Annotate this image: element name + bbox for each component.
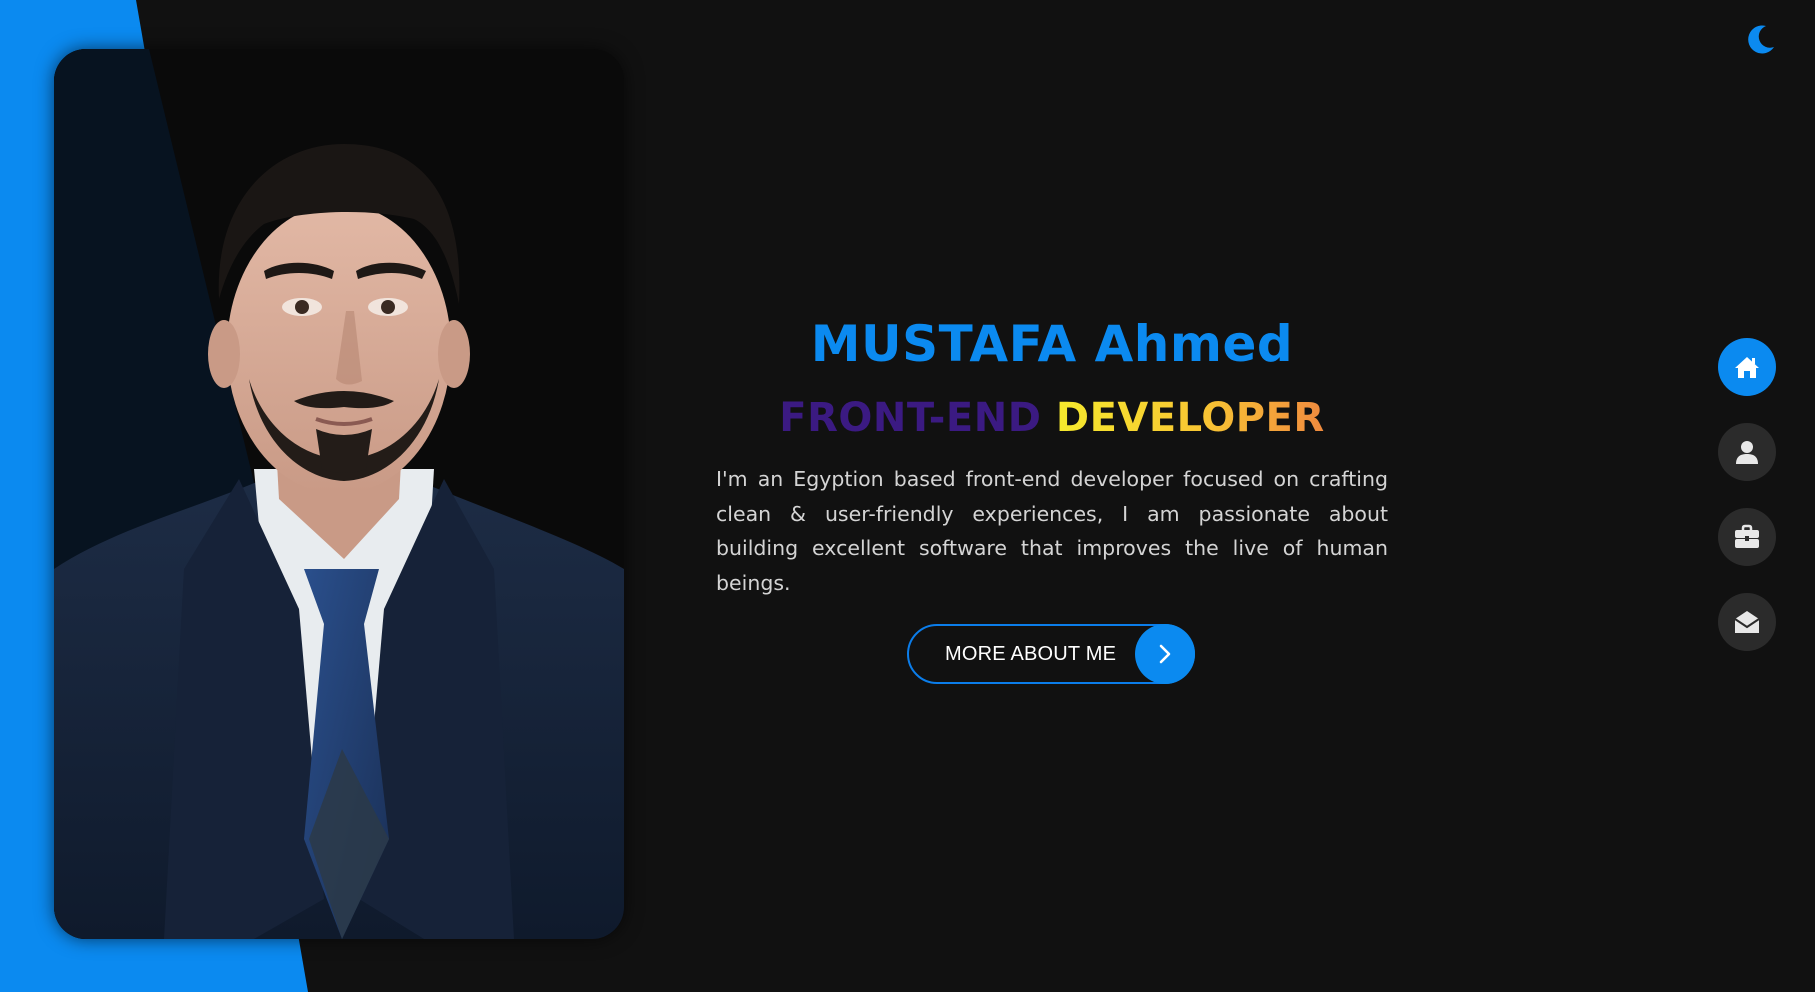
nav-item-about[interactable] — [1718, 423, 1776, 481]
home-icon — [1735, 357, 1759, 378]
envelope-open-icon — [1734, 611, 1760, 633]
hero-title: FRONT-END DEVELOPER — [716, 388, 1388, 448]
nav-item-home[interactable] — [1718, 338, 1776, 396]
profile-photo-image — [54, 49, 624, 939]
nav-item-contact[interactable] — [1718, 593, 1776, 651]
hero-bio: I'm an Egyption based front-end develope… — [716, 467, 1388, 595]
profile-photo — [54, 49, 624, 939]
hero-name: MUSTAFA Ahmed — [810, 315, 1294, 373]
moon-icon — [1748, 25, 1774, 54]
more-about-me-button[interactable]: MORE ABOUT ME — [907, 624, 1195, 684]
hero-title-part1: FRONT-END — [779, 395, 1042, 441]
page: MUSTAFA Ahmed FRONT-END DEVELOPER I'm an… — [0, 0, 1815, 992]
briefcase-icon — [1735, 524, 1759, 548]
chevron-right-icon — [1135, 624, 1195, 684]
moon-shape — [1748, 25, 1774, 54]
hero-section: MUSTAFA Ahmed FRONT-END DEVELOPER I'm an… — [716, 300, 1388, 600]
theme-toggle-button[interactable] — [1744, 22, 1778, 56]
more-about-me-label: MORE ABOUT ME — [945, 643, 1117, 665]
hero-title-part2: DEVELOPER — [1055, 395, 1325, 441]
user-icon — [1736, 441, 1758, 464]
nav-item-portfolio[interactable] — [1718, 508, 1776, 566]
